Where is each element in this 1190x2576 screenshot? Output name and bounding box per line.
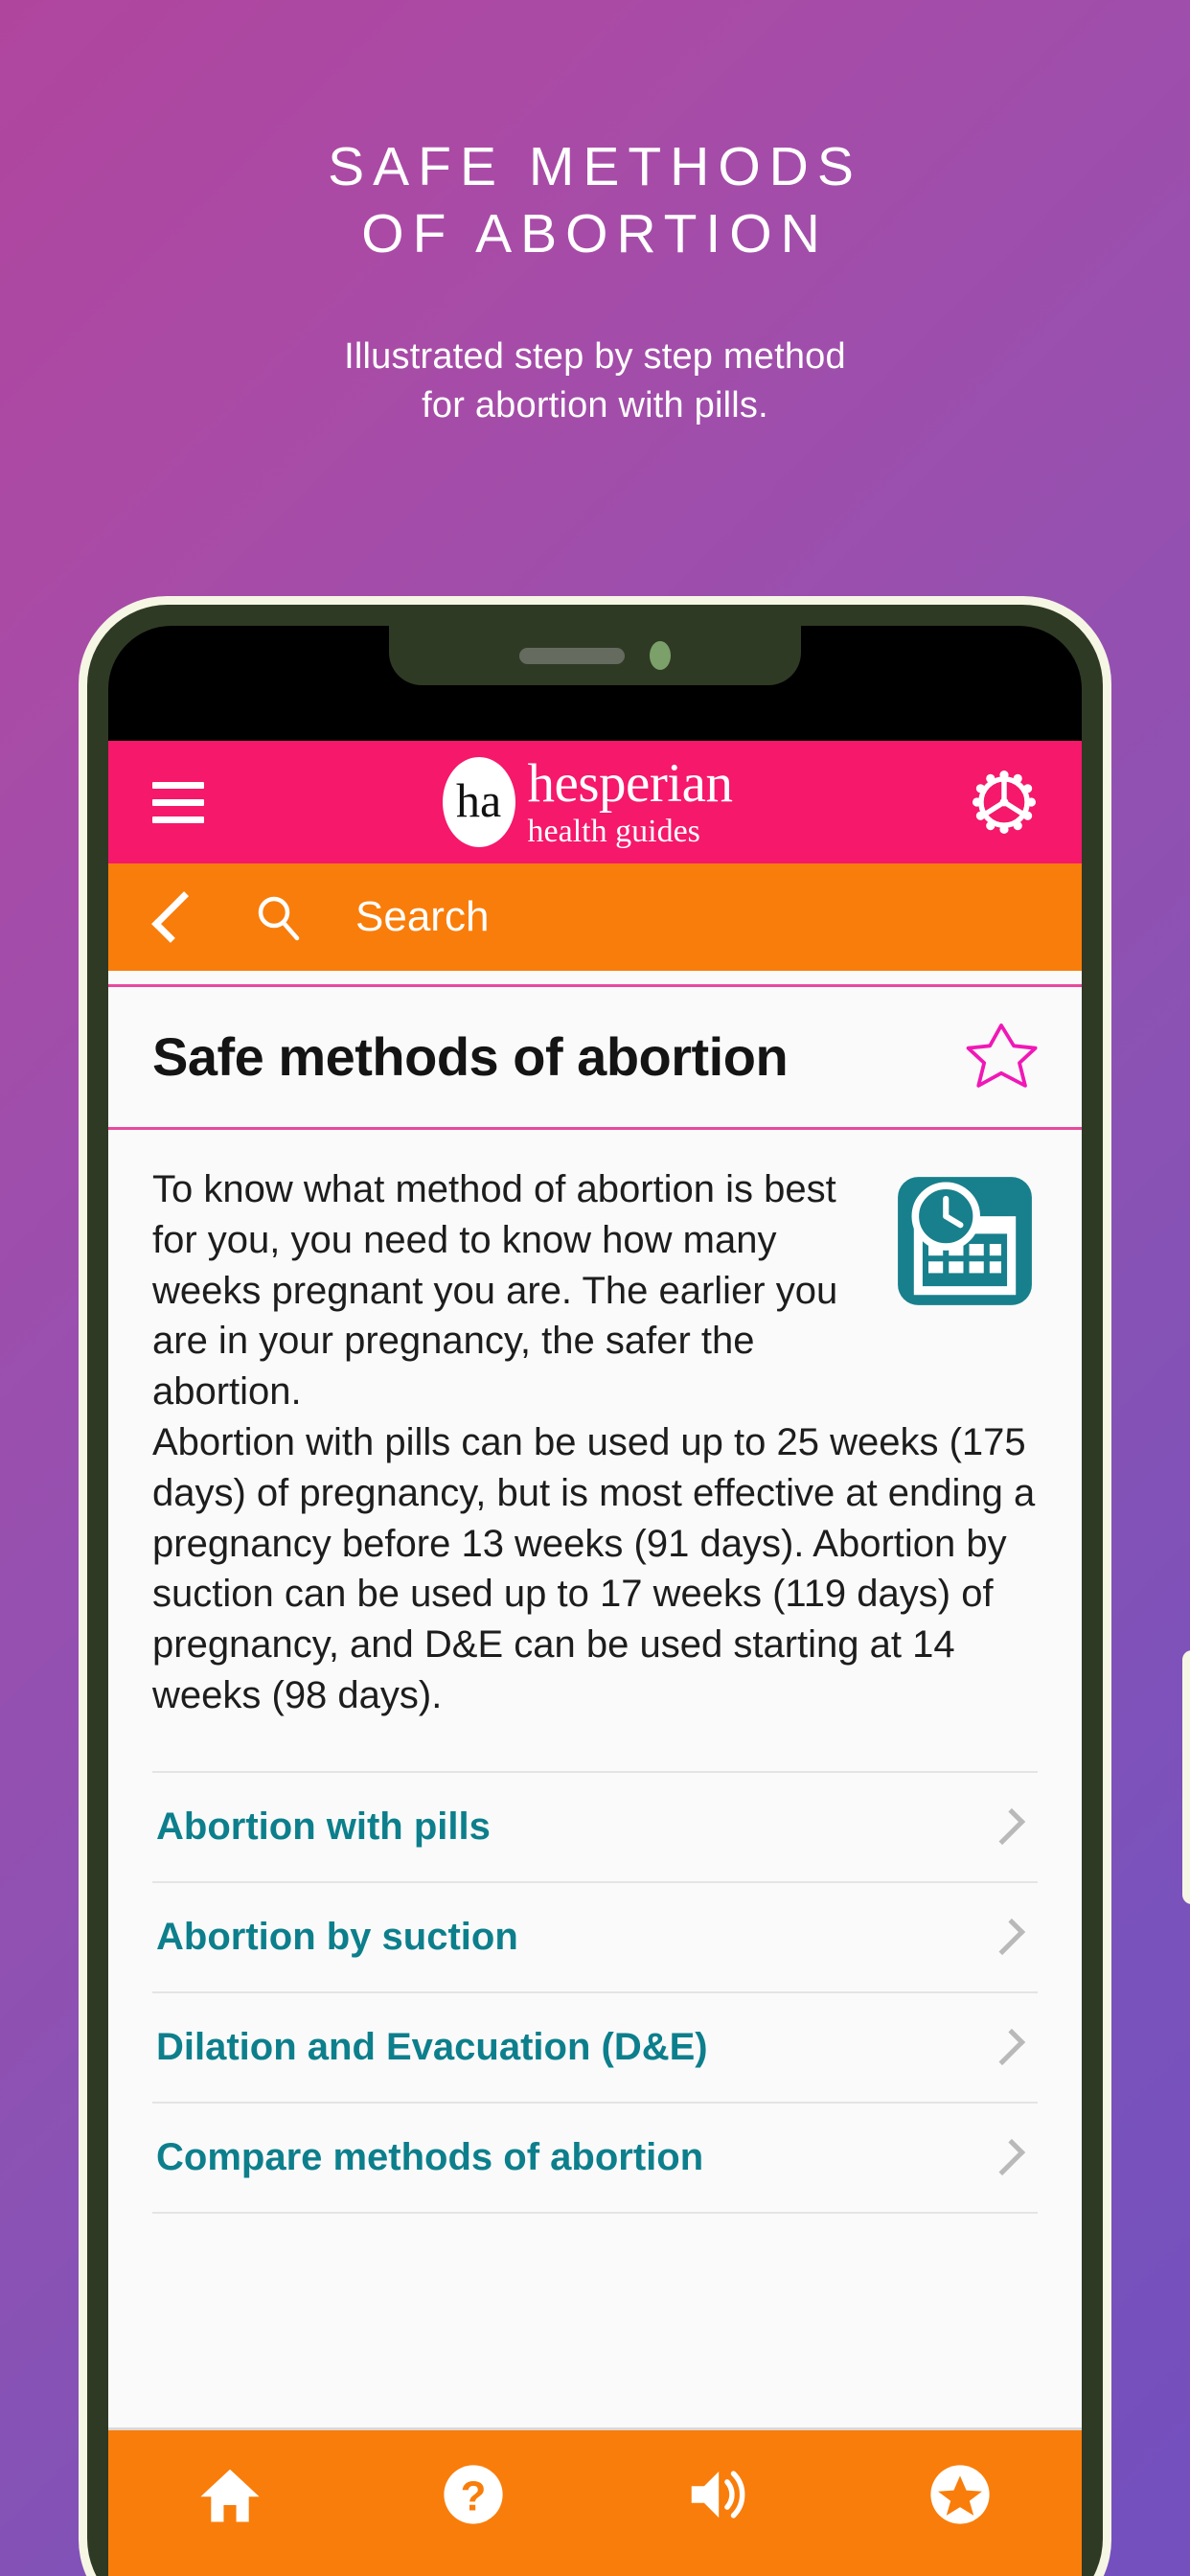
link-label: Abortion with pills (156, 1805, 491, 1848)
page-title: Safe methods of abortion (152, 1025, 789, 1087)
gear-icon[interactable] (971, 769, 1038, 836)
home-icon[interactable] (196, 2461, 263, 2528)
chevron-right-icon (988, 1808, 1026, 1846)
paragraph-2: Abortion with pills can be used up to 25… (152, 1420, 1036, 1716)
list-item[interactable]: Abortion with pills (152, 1773, 1038, 1883)
list-item[interactable]: Dilation and Evacuation (D&E) (152, 1993, 1038, 2104)
chevron-right-icon (988, 1919, 1026, 1956)
app-viewport: ha hesperian health guides Search Safe m… (108, 741, 1082, 2576)
chevron-right-icon (988, 2139, 1026, 2176)
star-circle-icon[interactable] (927, 2461, 994, 2528)
brand-name: hesperian (527, 753, 733, 814)
promo-title: SAFE METHODS OF ABORTION (328, 136, 862, 264)
front-camera (650, 641, 671, 670)
search-bar: Search (108, 863, 1082, 971)
bottom-navigation: ? (108, 2427, 1082, 2576)
search-input[interactable]: Search (355, 893, 489, 941)
search-icon[interactable] (254, 893, 302, 941)
hamburger-icon[interactable] (152, 781, 204, 823)
promo-subtitle: Illustrated step by step method for abor… (344, 336, 846, 426)
page-title-block: Safe methods of abortion (108, 984, 1082, 1130)
earpiece-speaker (519, 647, 625, 664)
phone-mockup: ha hesperian health guides Search Safe m… (79, 596, 1190, 2576)
app-header: ha hesperian health guides (108, 741, 1082, 863)
clock-calendar-icon (898, 1177, 1032, 1305)
promo-copy: SAFE METHODS OF ABORTION Illustrated ste… (0, 134, 1190, 429)
phone-power-button[interactable] (1182, 1650, 1190, 1904)
phone-screen: ha hesperian health guides Search Safe m… (108, 626, 1082, 2576)
phone-frame: ha hesperian health guides Search Safe m… (87, 605, 1103, 2576)
brand-wordmark: hesperian health guides (528, 756, 733, 848)
paragraph-with-icon: To know what method of abortion is best … (152, 1164, 1038, 1417)
list-item[interactable]: Abortion by suction (152, 1883, 1038, 1993)
article-content: Safe methods of abortion To know what me… (108, 971, 1082, 2427)
related-links-list: Abortion with pills Abortion by suction … (152, 1770, 1038, 2214)
phone-notch (389, 626, 801, 685)
brand-tagline: health guides (527, 814, 700, 849)
brand-logo: ha hesperian health guides (204, 756, 971, 848)
speaker-volume-icon[interactable] (683, 2461, 750, 2528)
article-body: To know what method of abortion is best … (108, 1130, 1082, 2214)
link-label: Dilation and Evacuation (D&E) (156, 2025, 708, 2068)
hesperian-monogram-icon: ha (442, 757, 515, 847)
promo-screenshot: SAFE METHODS OF ABORTION Illustrated ste… (0, 0, 1190, 2576)
link-label: Abortion by suction (156, 1915, 518, 1958)
back-icon[interactable] (151, 891, 203, 943)
chevron-right-icon (988, 2029, 1026, 2066)
list-item[interactable]: Compare methods of abortion (152, 2104, 1038, 2214)
question-mark-circle-icon[interactable]: ? (440, 2461, 507, 2528)
svg-text:?: ? (461, 2472, 487, 2519)
link-label: Compare methods of abortion (156, 2135, 704, 2178)
star-outline-icon[interactable] (965, 1020, 1038, 1092)
paragraph-1: To know what method of abortion is best … (152, 1168, 838, 1414)
